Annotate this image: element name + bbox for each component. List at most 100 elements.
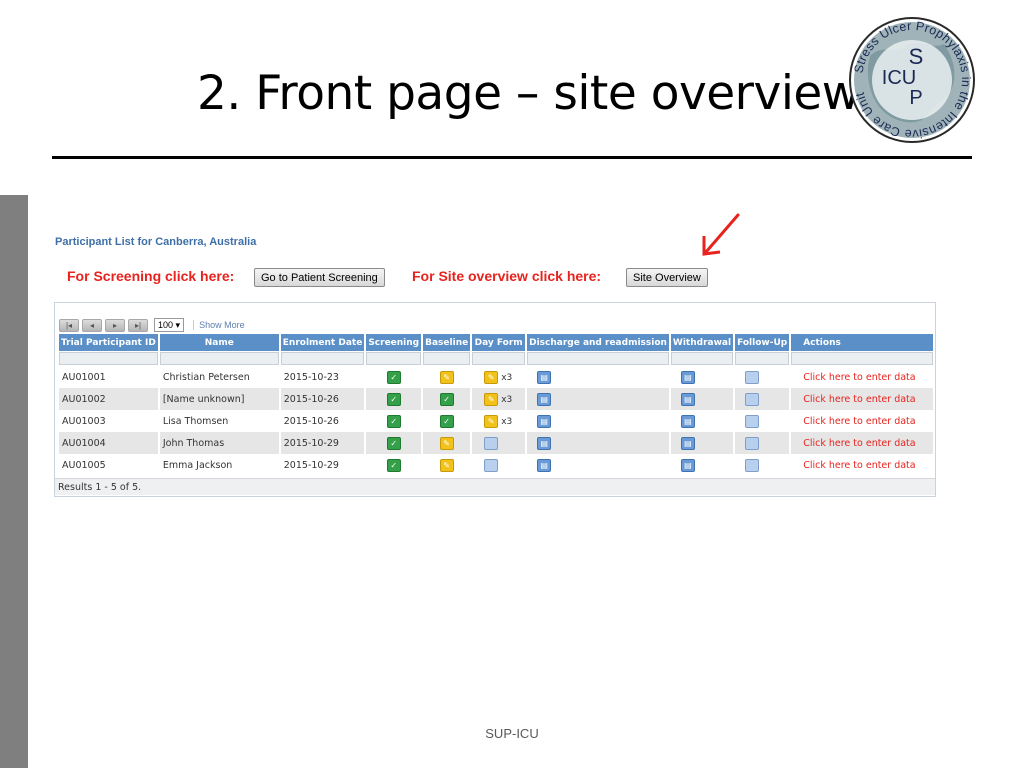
results-summary: Results 1 - 5 of 5. (55, 478, 935, 495)
svg-text:P: P (909, 87, 922, 109)
slide-side-bar (0, 195, 28, 768)
blue-form-icon[interactable]: ▤ (537, 436, 552, 450)
filter-cell[interactable] (791, 351, 933, 366)
blue-form-icon[interactable]: ▤ (680, 436, 695, 450)
participant-name: Lisa Thomsen (162, 415, 229, 427)
participant-grid: |◂ ◂ ▸ ▸| 100 ▾ Show More Trial Particip… (54, 302, 936, 497)
participant-name: Christian Petersen (162, 371, 250, 383)
participant-id: AU01003 (62, 415, 106, 427)
page-size-value: 100 (158, 320, 174, 330)
column-header-discharge[interactable]: Discharge and readmission (527, 334, 669, 351)
green-check-icon[interactable]: ✓ (386, 392, 401, 406)
enter-data-link[interactable]: Click here to enter data (803, 416, 915, 427)
sup-icu-logo: Stress Ulcer Prophylaxis in the Intensiv… (849, 17, 975, 143)
svg-text:ICU: ICU (882, 67, 916, 89)
filter-row (59, 351, 933, 366)
column-header-name[interactable]: Name (159, 334, 279, 351)
blue-form-icon[interactable]: ▤ (680, 370, 695, 384)
enrolment-date: 2015-10-26 (283, 415, 339, 427)
green-check-icon[interactable]: ✓ (386, 458, 401, 472)
title-divider (52, 156, 972, 159)
filter-cell[interactable] (472, 351, 526, 366)
green-check-icon[interactable]: ✓ (439, 392, 454, 406)
next-page-button[interactable]: ▸ (105, 318, 125, 332)
participant-list-title: Participant List for Canberra, Australia (55, 236, 257, 248)
yellow-form-icon[interactable]: ✎ (439, 370, 454, 384)
blank-form-icon[interactable] (745, 414, 760, 428)
blank-form-icon[interactable] (745, 436, 760, 450)
enter-data-link[interactable]: Click here to enter data (803, 438, 915, 449)
yellow-form-icon[interactable]: ✎ (439, 436, 454, 450)
enrolment-date: 2015-10-29 (283, 459, 339, 471)
enrolment-date: 2015-10-23 (283, 371, 339, 383)
screening-cta-label: For Screening click here: (67, 268, 235, 284)
yellow-form-icon[interactable]: ✎ (484, 392, 499, 406)
blank-form-icon[interactable] (745, 392, 760, 406)
participant-name: Emma Jackson (162, 459, 233, 471)
go-to-patient-screening-button[interactable]: Go to Patient Screening (254, 268, 385, 287)
enrolment-date: 2015-10-29 (280, 432, 365, 454)
blue-form-icon[interactable]: ▤ (537, 414, 552, 428)
site-overview-button[interactable]: Site Overview (626, 268, 708, 287)
green-check-icon[interactable]: ✓ (386, 436, 401, 450)
filter-cell[interactable] (527, 351, 669, 366)
red-arrow-icon (702, 213, 740, 256)
filter-cell[interactable] (423, 351, 471, 366)
filter-cell[interactable] (280, 351, 365, 366)
column-header-enrolment-date[interactable]: Enrolment Date (280, 334, 365, 351)
blue-form-icon[interactable]: ▤ (537, 458, 552, 472)
page-size-select[interactable]: 100 ▾ (154, 318, 185, 332)
filter-cell[interactable] (366, 351, 422, 366)
yellow-form-icon[interactable]: ✎ (484, 414, 499, 428)
first-page-button[interactable]: |◂ (59, 318, 79, 332)
filter-cell[interactable] (159, 351, 279, 366)
blank-form-icon[interactable] (484, 458, 499, 472)
participant-name: John Thomas (159, 432, 279, 454)
green-check-icon[interactable]: ✓ (386, 414, 401, 428)
filter-cell[interactable] (59, 351, 158, 366)
enter-data-link[interactable]: Click here to enter data (803, 460, 915, 471)
table-row: AU01005 Emma Jackson 2015-10-29 ✓ ✎ ▤ ▤ … (59, 454, 933, 476)
show-more-link[interactable]: Show More (193, 320, 245, 330)
filter-cell[interactable] (670, 351, 734, 366)
column-header-withdrawal[interactable]: Withdrawal (670, 334, 734, 351)
green-check-icon[interactable]: ✓ (386, 370, 401, 384)
blank-form-icon[interactable] (484, 436, 499, 450)
green-check-icon[interactable]: ✓ (439, 414, 454, 428)
blue-form-icon[interactable]: ▤ (680, 414, 695, 428)
column-header-follow-up[interactable]: Follow-Up (735, 334, 790, 351)
blue-form-icon[interactable]: ▤ (537, 370, 552, 384)
slide-footer: SUP-ICU (485, 726, 539, 741)
blue-form-icon[interactable]: ▤ (537, 392, 552, 406)
table-row: AU01004 John Thomas 2015-10-29 ✓ ✎ ▤ ▤ C… (59, 432, 933, 454)
participant-id: AU01005 (62, 459, 106, 471)
table-row: AU01003 Lisa Thomsen 2015-10-26 ✓ ✓ ✎ x3 … (59, 410, 933, 432)
column-header-actions: Actions (791, 334, 933, 351)
day-form-count: x3 (501, 394, 513, 405)
blank-form-icon[interactable] (745, 458, 760, 472)
blue-form-icon[interactable]: ▤ (680, 458, 695, 472)
blank-form-icon[interactable] (745, 370, 760, 384)
svg-text:S: S (909, 44, 924, 69)
last-page-button[interactable]: ▸| (128, 318, 148, 332)
site-overview-cta-label: For Site overview click here: (412, 268, 602, 284)
participant-id: AU01001 (62, 371, 106, 383)
day-form-count: x3 (501, 372, 513, 383)
chevron-down-icon: ▾ (175, 320, 181, 330)
participant-id: AU01002 (59, 388, 158, 410)
column-header-day-form[interactable]: Day Form (472, 334, 526, 351)
enter-data-link[interactable]: Click here to enter data (803, 372, 915, 383)
column-header-screening[interactable]: Screening (366, 334, 422, 351)
filter-cell[interactable] (735, 351, 790, 366)
enter-data-link[interactable]: Click here to enter data (803, 394, 915, 405)
prev-page-button[interactable]: ◂ (82, 318, 102, 332)
participant-name: [Name unknown] (159, 388, 279, 410)
day-form-count: x3 (501, 416, 513, 427)
column-header-baseline[interactable]: Baseline (423, 334, 471, 351)
enrolment-date: 2015-10-26 (280, 388, 365, 410)
grid-pager: |◂ ◂ ▸ ▸| 100 ▾ Show More (59, 317, 245, 333)
yellow-form-icon[interactable]: ✎ (484, 370, 499, 384)
blue-form-icon[interactable]: ▤ (680, 392, 695, 406)
yellow-form-icon[interactable]: ✎ (439, 458, 454, 472)
column-header-id[interactable]: Trial Participant ID (59, 334, 158, 351)
